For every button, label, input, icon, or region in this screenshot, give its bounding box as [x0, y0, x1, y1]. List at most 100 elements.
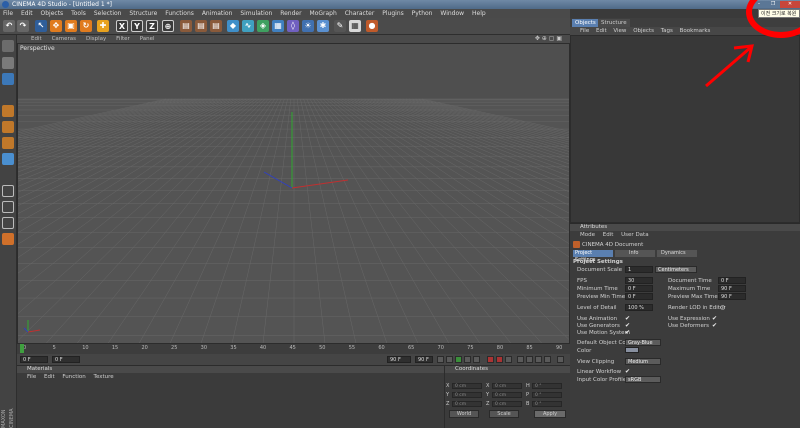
viewport-menu-cameras[interactable]: Cameras — [48, 35, 80, 43]
use-expression-checkbox[interactable]: ✔ — [712, 316, 717, 322]
rot-b-field[interactable]: 0 ° — [532, 401, 562, 407]
render-settings-icon[interactable]: ▤ — [210, 20, 222, 32]
tab-structure[interactable]: Structure — [598, 19, 630, 27]
y-axis-icon[interactable]: Y — [131, 20, 143, 32]
workplane-icon[interactable] — [2, 217, 14, 229]
undo-icon[interactable]: ↶ — [3, 20, 15, 32]
use-generators-checkbox[interactable]: ✔ — [625, 323, 630, 329]
goto-start-icon[interactable] — [437, 356, 444, 363]
menu-objects[interactable]: Objects — [38, 9, 67, 18]
rot-h-field[interactable]: 0 ° — [532, 383, 562, 389]
param-key-icon[interactable] — [544, 356, 551, 363]
model-mode-icon[interactable] — [2, 57, 14, 69]
light-object-icon[interactable]: ✎ — [334, 20, 346, 32]
object-list-area[interactable] — [570, 35, 800, 223]
pos-z-field[interactable]: 0 cm — [452, 401, 482, 407]
pos-x-field[interactable]: 0 cm — [452, 383, 482, 389]
view-clipping-dropdown[interactable]: Medium — [625, 358, 661, 365]
objects-menu-objects[interactable]: Objects — [633, 28, 659, 34]
current-frame-field[interactable]: 0 F — [52, 356, 80, 363]
enable-axis-icon[interactable] — [2, 153, 14, 165]
x-axis-icon[interactable]: X — [116, 20, 128, 32]
last-tool-icon[interactable]: ✚ — [97, 20, 109, 32]
sculpt-icon[interactable] — [2, 233, 14, 245]
tab-objects[interactable]: Objects — [572, 19, 599, 27]
menu-tools[interactable]: Tools — [68, 9, 89, 18]
viewport-menu-edit[interactable]: Edit — [27, 35, 46, 43]
render-picture-viewer-icon[interactable]: ▤ — [195, 20, 207, 32]
prev-key-icon[interactable] — [446, 356, 453, 363]
menu-python[interactable]: Python — [409, 9, 436, 18]
materials-menu-function[interactable]: Function — [62, 374, 91, 380]
next-key-icon[interactable] — [464, 356, 471, 363]
materials-menu-texture[interactable]: Texture — [94, 374, 120, 380]
position-key-icon[interactable] — [517, 356, 524, 363]
objects-menu-tags[interactable]: Tags — [661, 28, 678, 34]
play-icon[interactable] — [455, 356, 462, 363]
menu-plugins[interactable]: Plugins — [379, 9, 407, 18]
viewport-nav-icons[interactable]: ✥ ⊕ ▢ ▣ — [531, 35, 566, 43]
tab-info[interactable]: Info — [615, 250, 655, 257]
display-filter-icon[interactable]: ▦ — [349, 20, 361, 32]
snapping-icon[interactable] — [2, 201, 14, 213]
minimum-time-field[interactable]: 0 F — [625, 285, 653, 292]
menu-help[interactable]: Help — [469, 9, 489, 18]
objects-menu-bookmarks[interactable]: Bookmarks — [680, 28, 716, 34]
use-motion-system-checkbox[interactable]: ✔ — [625, 330, 630, 336]
document-scale-field[interactable]: 1 — [625, 266, 653, 273]
z-axis-icon[interactable]: Z — [146, 20, 158, 32]
render-lod-checkbox[interactable]: ○ — [720, 305, 725, 311]
coord-mode-world-dropdown[interactable]: World — [449, 410, 479, 418]
timeline-ruler[interactable]: 0 5 10 15 20 25 30 35 40 45 50 55 60 65 70 75 80 85 90 — [17, 344, 570, 354]
array-object-icon[interactable]: ▦ — [272, 20, 284, 32]
tab-project-settings[interactable]: Project Settings — [573, 250, 613, 263]
menu-window[interactable]: Window — [437, 9, 467, 18]
menu-simulation[interactable]: Simulation — [237, 9, 275, 18]
level-of-detail-field[interactable]: 100 % — [625, 304, 653, 311]
menu-selection[interactable]: Selection — [91, 9, 125, 18]
tab-dynamics[interactable]: Dynamics — [657, 250, 697, 257]
apply-button[interactable]: Apply — [534, 410, 566, 418]
coordinate-system-icon[interactable]: ⊕ — [162, 20, 174, 32]
perspective-viewport[interactable]: Perspective — [17, 43, 570, 344]
materials-menu-file[interactable]: File — [27, 374, 42, 380]
make-editable-icon[interactable] — [2, 40, 14, 52]
menu-mograph[interactable]: MoGraph — [307, 9, 340, 18]
tweak-mode-icon[interactable] — [2, 185, 14, 197]
pos-y-field[interactable]: 0 cm — [452, 392, 482, 398]
python-console-icon[interactable]: ● — [366, 20, 378, 32]
scene-object-icon[interactable]: ☀ — [302, 20, 314, 32]
rot-p-field[interactable]: 0 ° — [532, 392, 562, 398]
points-mode-icon[interactable] — [2, 105, 14, 117]
menu-animation[interactable]: Animation — [199, 9, 236, 18]
document-time-field[interactable]: 0 F — [718, 277, 746, 284]
fps-field[interactable]: 30 — [625, 277, 653, 284]
attr-menu-userdata[interactable]: User Data — [621, 232, 654, 238]
preview-min-field[interactable]: 0 F — [625, 293, 653, 300]
menu-character[interactable]: Character — [342, 9, 378, 18]
materials-menu-edit[interactable]: Edit — [44, 374, 61, 380]
menu-edit[interactable]: Edit — [18, 9, 36, 18]
size-x-field[interactable]: 0 cm — [492, 383, 522, 389]
coord-mode-scale-dropdown[interactable]: Scale — [489, 410, 519, 418]
size-z-field[interactable]: 0 cm — [492, 401, 522, 407]
use-animation-checkbox[interactable]: ✔ — [625, 316, 630, 322]
size-y-field[interactable]: 0 cm — [492, 392, 522, 398]
max-frame-field[interactable]: 90 F — [415, 356, 433, 363]
deformer-object-icon[interactable]: ◊ — [287, 20, 299, 32]
attr-menu-mode[interactable]: Mode — [580, 232, 601, 238]
timeline-menu-icon[interactable] — [557, 356, 564, 363]
input-color-profile-dropdown[interactable]: sRGB — [625, 376, 661, 383]
camera-object-icon[interactable]: ✱ — [317, 20, 329, 32]
maximum-time-field[interactable]: 90 F — [718, 285, 746, 292]
move-tool-icon[interactable]: ✥ — [50, 20, 62, 32]
edges-mode-icon[interactable] — [2, 121, 14, 133]
spline-object-icon[interactable]: ∿ — [242, 20, 254, 32]
start-frame-field[interactable]: 0 F — [20, 356, 48, 363]
preview-max-field[interactable]: 90 F — [718, 293, 746, 300]
rotation-key-icon[interactable] — [535, 356, 542, 363]
menu-structure[interactable]: Structure — [126, 9, 160, 18]
use-deformers-checkbox[interactable]: ✔ — [712, 323, 717, 329]
cube-object-icon[interactable]: ◆ — [227, 20, 239, 32]
live-selection-icon[interactable]: ↖ — [35, 20, 47, 32]
